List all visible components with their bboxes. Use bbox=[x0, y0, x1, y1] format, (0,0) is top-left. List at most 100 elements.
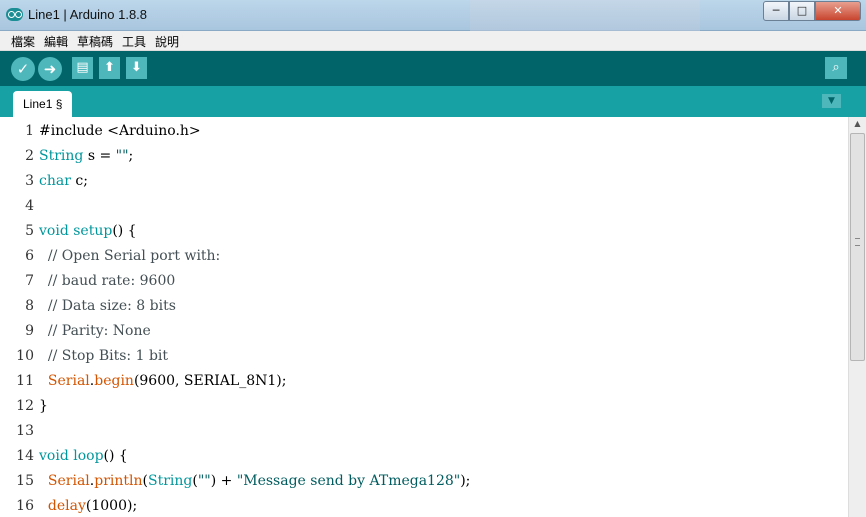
code-token: String bbox=[39, 148, 84, 164]
code-token: (9600, SERIAL_8N1); bbox=[133, 373, 287, 389]
maximize-button[interactable]: □ bbox=[789, 1, 815, 21]
code-text[interactable]: } bbox=[39, 394, 48, 419]
code-line[interactable]: 15 Serial.println(String("") + "Message … bbox=[0, 469, 848, 494]
code-token: // Data size: 8 bits bbox=[39, 298, 176, 314]
line-number: 3 bbox=[25, 173, 34, 189]
code-token: String bbox=[147, 473, 193, 489]
code-token: Serial bbox=[47, 373, 90, 389]
code-text[interactable]: // Parity: None bbox=[39, 319, 151, 344]
code-token: // baud rate: 9600 bbox=[39, 273, 176, 289]
open-icon[interactable]: ⬆ bbox=[99, 57, 120, 79]
line-number: 12 bbox=[16, 398, 34, 414]
code-text[interactable]: // baud rate: 9600 bbox=[39, 269, 175, 294]
code-line[interactable]: 16 delay(1000); bbox=[0, 494, 848, 517]
code-line[interactable]: 8 // Data size: 8 bits bbox=[0, 294, 848, 319]
code-token: println bbox=[94, 473, 143, 489]
code-token: "Message send by ATmega128" bbox=[236, 473, 461, 489]
code-line[interactable]: 7 // baud rate: 9600 bbox=[0, 269, 848, 294]
menu-file[interactable]: 檔案 bbox=[11, 33, 35, 50]
code-text[interactable]: char c; bbox=[39, 169, 88, 194]
code-text[interactable]: delay(1000); bbox=[39, 494, 137, 517]
toolbar: ✓ ➜ ▤ ⬆ ⬇ ⌕ bbox=[0, 51, 866, 86]
code-line[interactable]: 14 void loop() { bbox=[0, 444, 848, 469]
new-icon[interactable]: ▤ bbox=[72, 57, 93, 79]
code-token: // Open Serial port with: bbox=[39, 248, 221, 264]
line-number: 5 bbox=[25, 223, 34, 239]
background-window-overlay bbox=[470, 0, 700, 31]
menu-help[interactable]: 說明 bbox=[155, 33, 179, 50]
close-button[interactable]: ✕ bbox=[815, 1, 861, 21]
code-text[interactable]: // Data size: 8 bits bbox=[39, 294, 176, 319]
code-text[interactable]: // Stop Bits: 1 bit bbox=[39, 344, 168, 369]
menu-bar: 檔案 編輯 草稿碼 工具 說明 bbox=[0, 31, 866, 51]
code-line[interactable]: 10 // Stop Bits: 1 bit bbox=[0, 344, 848, 369]
code-token: "" bbox=[115, 148, 129, 164]
tab-strip: Line1 § ▼ bbox=[0, 86, 866, 117]
vertical-scrollbar[interactable]: ▲ bbox=[848, 117, 866, 517]
code-line[interactable]: 6 // Open Serial port with: bbox=[0, 244, 848, 269]
tab-line1[interactable]: Line1 § bbox=[13, 91, 72, 117]
code-text[interactable]: String s = ""; bbox=[39, 144, 133, 169]
code-token: delay bbox=[47, 498, 86, 514]
code-line[interactable]: 3 char c; bbox=[0, 169, 848, 194]
title-bar: Line1 | Arduino 1.8.8 ─ □ ✕ bbox=[0, 0, 866, 31]
code-line[interactable]: 1 #include <Arduino.h> bbox=[0, 119, 848, 144]
code-token: #include <Arduino.h> bbox=[39, 123, 201, 139]
code-line[interactable]: 9 // Parity: None bbox=[0, 319, 848, 344]
menu-tools[interactable]: 工具 bbox=[122, 33, 146, 50]
code-line[interactable]: 2 String s = ""; bbox=[0, 144, 848, 169]
code-text[interactable]: #include <Arduino.h> bbox=[39, 119, 201, 144]
line-number: 13 bbox=[16, 423, 34, 439]
verify-icon[interactable]: ✓ bbox=[11, 57, 35, 81]
line-number: 6 bbox=[25, 248, 34, 264]
code-text[interactable]: Serial.begin(9600, SERIAL_8N1); bbox=[39, 369, 287, 394]
upload-icon[interactable]: ➜ bbox=[38, 57, 62, 81]
code-text[interactable]: // Open Serial port with: bbox=[39, 244, 220, 269]
tab-menu-chevron-down-icon[interactable]: ▼ bbox=[822, 94, 841, 108]
code-token: void bbox=[39, 448, 69, 464]
code-token: s = bbox=[83, 148, 116, 164]
code-line[interactable]: 5 void setup() { bbox=[0, 219, 848, 244]
code-token: begin bbox=[94, 373, 134, 389]
code-line[interactable]: 12} bbox=[0, 394, 848, 419]
line-number: 15 bbox=[16, 473, 34, 489]
line-number: 1 bbox=[25, 123, 34, 139]
scroll-up-arrow-icon[interactable]: ▲ bbox=[849, 119, 866, 133]
line-number: 10 bbox=[16, 348, 34, 364]
code-text[interactable]: Serial.println(String("") + "Message sen… bbox=[39, 469, 471, 494]
line-number: 14 bbox=[16, 448, 34, 464]
code-token: () { bbox=[103, 448, 128, 464]
code-text[interactable]: void setup() { bbox=[39, 219, 137, 244]
code-token: (1000); bbox=[85, 498, 138, 514]
minimize-button[interactable]: ─ bbox=[763, 1, 789, 21]
code-token: c; bbox=[70, 173, 88, 189]
scrollbar-thumb[interactable] bbox=[850, 133, 865, 361]
code-text[interactable]: void loop() { bbox=[39, 444, 128, 469]
line-number: 11 bbox=[16, 373, 34, 389]
scrollbar-grip-icon bbox=[855, 238, 860, 246]
code-token: "" bbox=[197, 473, 211, 489]
menu-sketch[interactable]: 草稿碼 bbox=[77, 33, 113, 50]
line-number: 9 bbox=[25, 323, 34, 339]
serial-monitor-icon[interactable]: ⌕ bbox=[825, 57, 847, 79]
line-number: 7 bbox=[25, 273, 34, 289]
code-token: setup bbox=[73, 223, 113, 239]
code-line[interactable]: 13 bbox=[0, 419, 848, 444]
line-number: 8 bbox=[25, 298, 34, 314]
code-token: char bbox=[39, 173, 71, 189]
code-editor[interactable]: 1 #include <Arduino.h> 2 String s = ""; 3 cha… bbox=[0, 117, 848, 517]
code-token: () { bbox=[112, 223, 137, 239]
code-line[interactable]: 4 bbox=[0, 194, 848, 219]
menu-edit[interactable]: 編輯 bbox=[44, 33, 68, 50]
code-line[interactable]: 11 Serial.begin(9600, SERIAL_8N1); bbox=[0, 369, 848, 394]
code-token: ; bbox=[128, 148, 134, 164]
code-token: loop bbox=[73, 448, 104, 464]
code-token: ) + bbox=[210, 473, 237, 489]
code-token: // Parity: None bbox=[39, 323, 151, 339]
window-title: Line1 | Arduino 1.8.8 bbox=[28, 7, 148, 22]
save-icon[interactable]: ⬇ bbox=[126, 57, 147, 79]
line-number: 4 bbox=[25, 198, 34, 214]
